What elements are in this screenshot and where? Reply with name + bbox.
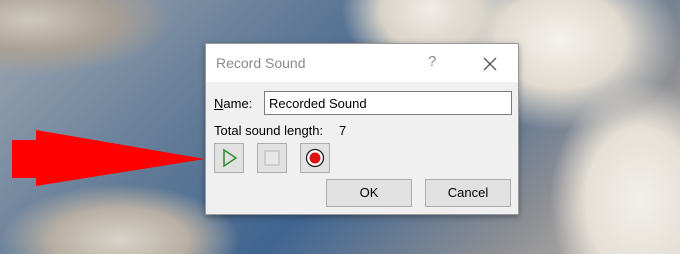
total-length-value: 7 bbox=[339, 123, 347, 138]
ok-button[interactable]: OK bbox=[326, 179, 412, 207]
record-icon bbox=[305, 148, 325, 168]
name-input[interactable] bbox=[264, 91, 512, 115]
name-label: Name: bbox=[214, 96, 253, 111]
red-arrow-icon bbox=[12, 130, 205, 186]
play-button[interactable] bbox=[214, 143, 244, 173]
stop-icon bbox=[264, 150, 280, 166]
close-icon bbox=[483, 57, 497, 71]
total-length-label: Total sound length: bbox=[214, 123, 324, 138]
record-button[interactable] bbox=[300, 143, 330, 173]
stop-button[interactable] bbox=[257, 143, 287, 173]
dialog-title: Record Sound bbox=[216, 55, 306, 71]
close-button[interactable] bbox=[474, 50, 504, 76]
record-sound-dialog: Record Sound ? Name: Total sound length:… bbox=[205, 43, 519, 215]
title-bar: Record Sound ? bbox=[206, 44, 518, 82]
help-button[interactable]: ? bbox=[428, 53, 436, 70]
cancel-button[interactable]: Cancel bbox=[425, 179, 511, 207]
play-icon bbox=[223, 148, 238, 168]
